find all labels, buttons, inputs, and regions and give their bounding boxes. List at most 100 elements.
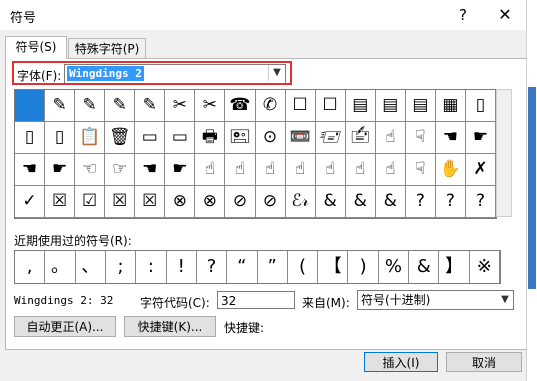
symbol-cell[interactable]: ☐: [315, 90, 346, 122]
recent-symbol-cell[interactable]: 、: [76, 251, 106, 283]
symbol-cell[interactable]: ⊘: [225, 186, 256, 218]
symbol-cell[interactable]: ☛: [465, 122, 496, 154]
symbol-cell[interactable]: ▤: [345, 90, 376, 122]
symbol-cell[interactable]: 📋: [75, 122, 106, 154]
symbol-cell[interactable]: ?: [435, 186, 466, 218]
symbol-cell[interactable]: ▯: [465, 90, 496, 122]
symbol-cell[interactable]: ▤: [375, 90, 406, 122]
symbol-cell[interactable]: ▦: [435, 90, 466, 122]
symbol-cell[interactable]: ☚: [15, 154, 46, 186]
recent-symbol-cell[interactable]: 【: [318, 251, 349, 283]
recent-symbol-cell[interactable]: !: [167, 251, 197, 283]
symbol-cell[interactable]: ✎: [105, 90, 136, 122]
symbol-cell[interactable]: ⊘: [255, 186, 286, 218]
symbol-cell[interactable]: ✎: [45, 90, 76, 122]
symbol-cell[interactable]: 🗑: [105, 122, 136, 154]
recent-symbol-cell[interactable]: &: [409, 251, 440, 283]
symbol-cell[interactable]: ℰ𝓇: [285, 186, 316, 218]
symbol-cell[interactable]: ✗: [465, 154, 496, 186]
symbol-cell[interactable]: &: [345, 186, 376, 218]
insert-button[interactable]: 插入(I): [364, 352, 438, 372]
symbol-cell[interactable]: ☚: [435, 122, 466, 154]
from-select-value: 符号(十进制): [361, 293, 431, 307]
recent-symbol-cell[interactable]: ): [348, 251, 379, 283]
symbol-cell[interactable]: ✂: [195, 90, 226, 122]
symbol-cell[interactable]: ?: [405, 186, 436, 218]
symbol-grid[interactable]: ✎ ✎ ✎ ✎ ✂ ✂ ☎ ✆ ☐ ☐ ▤ ▤ ▤ ▦ ▯ ▯ ▯ 📋 🗑 ▭ ▭ 🖶 🖭 ⊙ 📼 🖅 🖆 ☝ ☟ ☚ ☛ ☚ ☛ ☜ ☞ ☚ ☛ ☝ ☝ ☝…: [14, 89, 497, 219]
symbol-cell[interactable]: ☒: [135, 186, 166, 218]
from-select[interactable]: 符号(十进制) ▼: [357, 290, 514, 310]
symbol-cell[interactable]: ☝: [285, 154, 316, 186]
recent-symbol-cell[interactable]: “: [227, 251, 258, 283]
symbol-cell[interactable]: ☑: [75, 186, 106, 218]
symbol-cell[interactable]: &: [315, 186, 346, 218]
symbol-cell[interactable]: ✓: [15, 186, 46, 218]
symbol-cell[interactable]: ▤: [405, 90, 436, 122]
symbol-cell[interactable]: ☝: [345, 154, 376, 186]
recent-symbol-cell[interactable]: %: [379, 251, 410, 283]
symbol-cell[interactable]: 🖆: [345, 122, 376, 154]
recent-symbol-cell[interactable]: ※: [470, 251, 500, 283]
symbol-cell[interactable]: ☝: [195, 154, 226, 186]
symbol-cell[interactable]: ☚: [135, 154, 166, 186]
symbol-cell[interactable]: ☝: [255, 154, 286, 186]
recent-symbol-cell[interactable]: :: [136, 251, 167, 283]
symbol-cell[interactable]: ☝: [315, 154, 346, 186]
symbol-cell[interactable]: ▭: [135, 122, 166, 154]
symbol-cell[interactable]: ☞: [105, 154, 136, 186]
symbol-cell[interactable]: ☝: [225, 154, 256, 186]
symbol-cell[interactable]: 🖶: [195, 122, 226, 154]
recent-symbol-cell[interactable]: (: [288, 251, 319, 283]
symbol-cell[interactable]: ▭: [165, 122, 196, 154]
symbol-cell[interactable]: ⊙: [255, 122, 286, 154]
symbol-cell[interactable]: ✆: [255, 90, 286, 122]
symbol-cell[interactable]: ☎: [225, 90, 256, 122]
symbol-cell[interactable]: ▯: [45, 122, 76, 154]
autocorrect-button[interactable]: 自动更正(A)...: [14, 316, 116, 337]
symbol-cell[interactable]: ✎: [75, 90, 106, 122]
tab-symbols[interactable]: 符号(S): [5, 36, 67, 59]
symbol-cell[interactable]: ▯: [15, 122, 46, 154]
symbol-cell[interactable]: ✂: [165, 90, 196, 122]
character-code-input[interactable]: 32: [217, 291, 295, 309]
symbol-cell[interactable]: 📼: [285, 122, 316, 154]
background-scrollbar: [528, 87, 536, 289]
font-combobox-value: Wingdings 2: [67, 66, 144, 81]
tab-special-characters[interactable]: 特殊字符(P): [68, 38, 146, 59]
symbol-cell[interactable]: [15, 90, 46, 122]
cancel-button[interactable]: 取消: [446, 352, 522, 372]
symbol-cell[interactable]: ✋: [435, 154, 466, 186]
symbol-cell[interactable]: ?: [465, 186, 496, 218]
symbol-cell[interactable]: ⊗: [165, 186, 196, 218]
recent-symbol-cell[interactable]: ,: [15, 251, 46, 283]
recent-symbol-cell[interactable]: ?: [197, 251, 228, 283]
font-combobox[interactable]: Wingdings 2 ▼: [64, 64, 286, 84]
symbol-cell[interactable]: &: [375, 186, 406, 218]
close-button[interactable]: ✕: [494, 4, 516, 26]
help-button[interactable]: ?: [452, 4, 474, 26]
symbol-cell[interactable]: ☝: [375, 154, 406, 186]
symbol-grid-scrollbar[interactable]: [496, 89, 512, 217]
symbol-cell[interactable]: ✎: [135, 90, 166, 122]
symbol-cell[interactable]: 🖭: [225, 122, 256, 154]
recent-symbol-cell[interactable]: ;: [106, 251, 137, 283]
symbol-cell[interactable]: ☜: [75, 154, 106, 186]
symbol-cell[interactable]: ☛: [165, 154, 196, 186]
recent-symbol-cell[interactable]: 】: [439, 251, 470, 283]
chevron-down-icon[interactable]: ▼: [497, 291, 513, 309]
from-label: 来自(M):: [302, 296, 350, 310]
symbol-cell[interactable]: ☒: [45, 186, 76, 218]
recent-symbol-cell[interactable]: 。: [45, 251, 76, 283]
symbol-cell[interactable]: ☝: [375, 122, 406, 154]
symbol-cell[interactable]: ☐: [285, 90, 316, 122]
symbol-cell[interactable]: ☒: [105, 186, 136, 218]
symbol-cell[interactable]: ☛: [45, 154, 76, 186]
symbol-cell[interactable]: 🖅: [315, 122, 346, 154]
symbol-cell[interactable]: ☟: [405, 154, 436, 186]
symbol-cell[interactable]: ☟: [405, 122, 436, 154]
recent-symbols-strip[interactable]: ,。、;:!? “”(【)% &】 ※: [14, 250, 501, 284]
recent-symbol-cell[interactable]: ”: [258, 251, 288, 283]
symbol-cell[interactable]: ⊗: [195, 186, 226, 218]
shortcut-key-button[interactable]: 快捷键(K)...: [124, 316, 216, 337]
chevron-down-icon[interactable]: ▼: [268, 65, 285, 81]
